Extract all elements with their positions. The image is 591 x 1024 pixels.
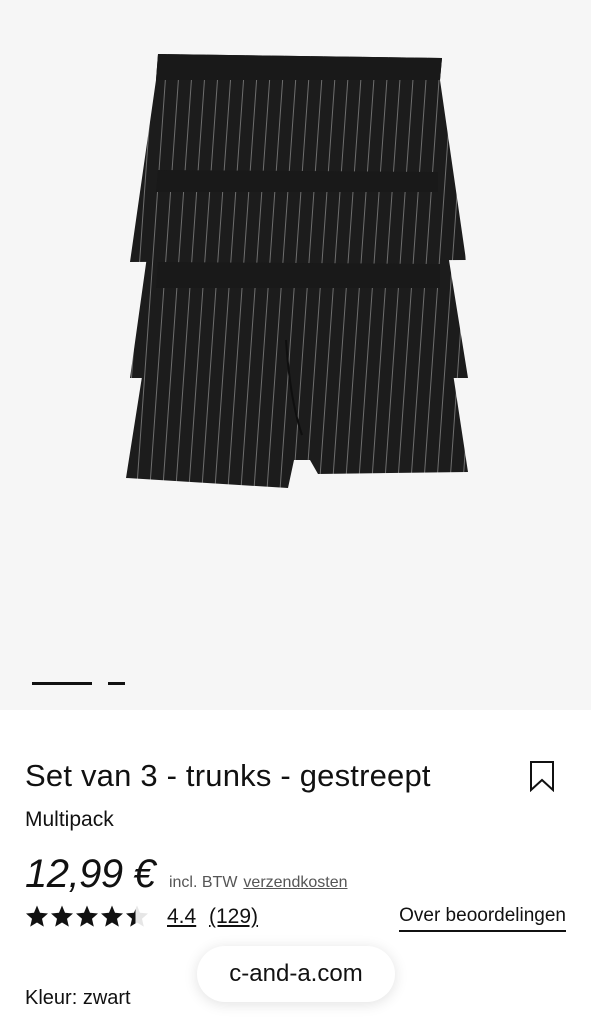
product-image[interactable] — [110, 40, 490, 510]
price-row: 12,99 € incl. BTW verzendkosten — [25, 852, 347, 897]
rating-stars — [25, 904, 149, 928]
bookmark-icon[interactable] — [528, 760, 556, 792]
browser-url-pill[interactable]: c-and-a.com — [197, 946, 395, 1002]
pagination-dot[interactable] — [108, 682, 125, 685]
rating-row: 4.4 (129) Over beoordelingen — [25, 904, 566, 934]
star-icon — [76, 905, 98, 927]
product-price: 12,99 € — [25, 852, 155, 896]
color-row: Kleur: zwart — [25, 987, 131, 1010]
about-reviews-link[interactable]: Over beoordelingen — [399, 905, 566, 932]
product-subtitle: Multipack — [25, 808, 114, 831]
star-icon — [51, 905, 73, 927]
star-icon — [26, 905, 48, 927]
image-pagination[interactable] — [32, 682, 125, 685]
pagination-dot-active[interactable] — [32, 682, 92, 685]
star-icon — [101, 905, 123, 927]
product-gallery[interactable] — [0, 0, 591, 710]
color-label: Kleur: — [25, 987, 83, 1009]
product-info: Set van 3 - trunks - gestreept Multipack… — [0, 710, 591, 1024]
shipping-costs-link[interactable]: verzendkosten — [243, 874, 347, 892]
vat-note: incl. BTW — [168, 874, 238, 891]
rating-value[interactable]: 4.4 — [167, 905, 196, 929]
color-value: zwart — [82, 987, 131, 1009]
star-half-icon — [126, 905, 148, 927]
rating-count[interactable]: (129) — [209, 905, 258, 929]
product-title: Set van 3 - trunks - gestreept — [25, 758, 431, 793]
